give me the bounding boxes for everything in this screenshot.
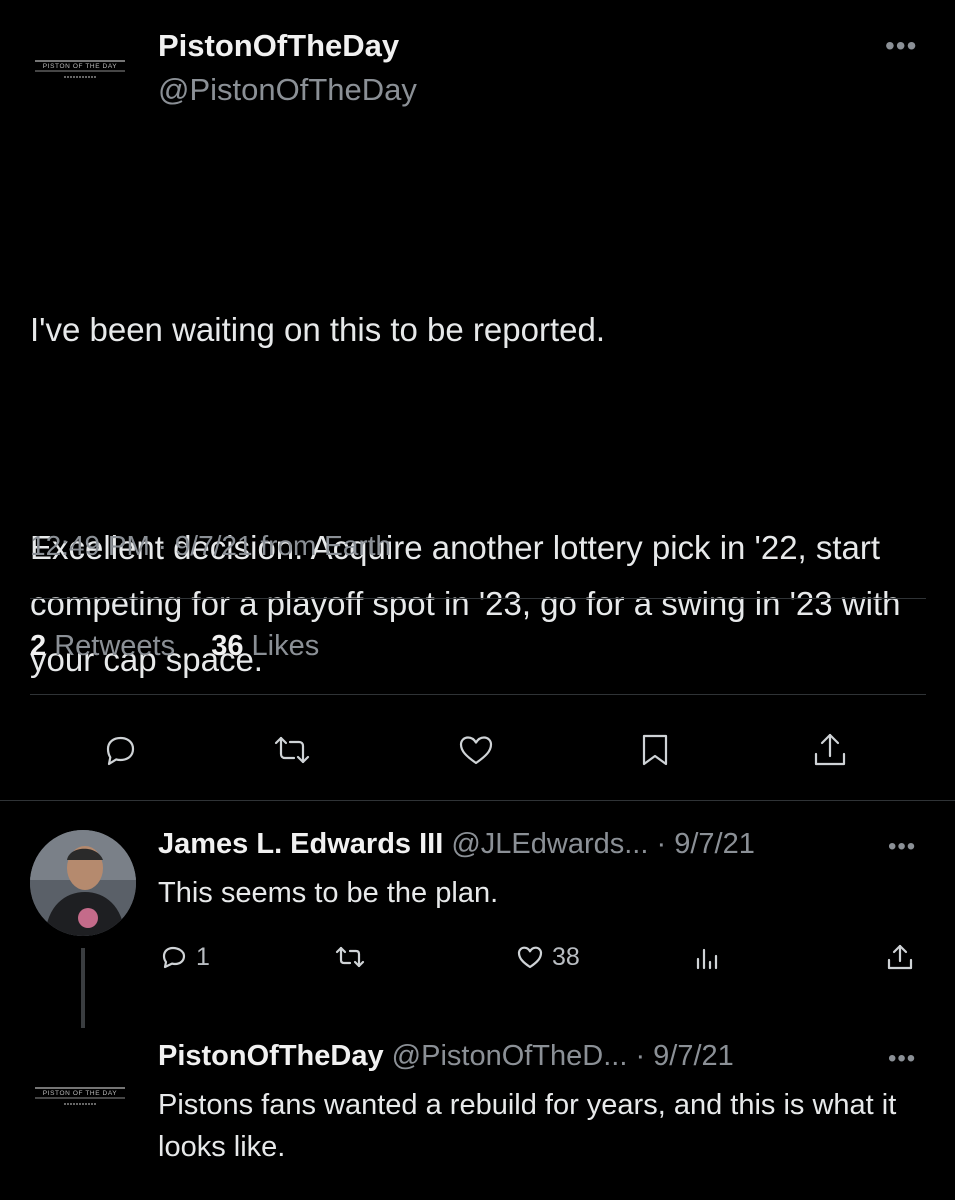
likes-count: 36 xyxy=(211,630,244,662)
reply-author-handle[interactable]: @JLEdwards... · 9/7/21 xyxy=(451,828,754,860)
thread-line xyxy=(81,948,85,1028)
bookmark-button[interactable] xyxy=(633,728,677,772)
like-count: 38 xyxy=(552,942,580,971)
author-handle[interactable]: @PistonOfTheDay xyxy=(158,72,417,108)
share-icon xyxy=(887,944,913,970)
like-button[interactable]: 38 xyxy=(514,941,580,973)
bookmark-icon xyxy=(642,734,668,766)
avatar[interactable] xyxy=(30,830,136,936)
like-icon xyxy=(517,946,543,969)
reply-author-handle[interactable]: @PistonOfTheD... · 9/7/21 xyxy=(392,1040,734,1072)
reply-text: Pistons fans wanted a rebuild for years,… xyxy=(158,1089,897,1163)
logo-image: PISTON OF THE DAY xyxy=(35,1087,125,1105)
retweet-icon xyxy=(274,736,310,764)
retweets-label: Retweets xyxy=(54,630,176,662)
reply-header: James L. Edwards III @JLEdwards... · 9/7… xyxy=(158,828,755,861)
svg-text:PISTON OF THE DAY: PISTON OF THE DAY xyxy=(43,63,118,70)
svg-text:PISTON OF THE DAY: PISTON OF THE DAY xyxy=(43,1090,118,1097)
author-avatar-logo[interactable]: PISTON OF THE DAY xyxy=(30,1082,130,1122)
like-button[interactable] xyxy=(454,728,498,772)
reply-button[interactable]: 1 xyxy=(158,941,210,973)
retweets-count: 2 xyxy=(30,630,47,662)
reply-text: This seems to be the plan. xyxy=(158,877,499,909)
author-name[interactable]: PistonOfTheDay xyxy=(158,28,399,64)
author-avatar-logo[interactable]: PISTON OF THE DAY xyxy=(30,55,130,95)
reply-icon xyxy=(162,946,186,969)
divider xyxy=(0,800,955,801)
tweet-paragraph: I've been waiting on this to be reported… xyxy=(30,311,606,348)
reply-header: PistonOfTheDay @PistonOfTheD... · 9/7/21 xyxy=(158,1040,734,1073)
retweet-button[interactable] xyxy=(334,941,366,973)
reply-button[interactable] xyxy=(98,728,142,772)
analytics-button[interactable] xyxy=(692,941,724,973)
more-icon[interactable]: ••• xyxy=(885,30,917,62)
share-button[interactable] xyxy=(808,728,852,772)
divider xyxy=(30,694,926,695)
more-icon[interactable]: ••• xyxy=(888,833,916,861)
divider xyxy=(30,598,926,599)
reply-author-name[interactable]: PistonOfTheDay xyxy=(158,1040,384,1072)
analytics-icon xyxy=(696,948,718,970)
share-icon xyxy=(814,733,846,766)
retweet-button[interactable] xyxy=(270,728,314,772)
avatar-photo xyxy=(30,830,136,936)
retweet-icon xyxy=(335,946,365,968)
share-button[interactable] xyxy=(884,941,916,973)
logo-image: PISTON OF THE DAY xyxy=(35,60,125,78)
tweet-stats[interactable]: 2 Retweets 36 Likes xyxy=(30,630,319,663)
like-icon xyxy=(459,736,493,765)
reply-count: 1 xyxy=(196,942,210,971)
reply-author-name[interactable]: James L. Edwards III xyxy=(158,828,443,860)
reply-icon xyxy=(106,736,135,766)
likes-label: Likes xyxy=(251,630,320,662)
tweet-timestamp[interactable]: 12:49 PM · 9/7/21 from Earth xyxy=(30,530,391,562)
more-icon[interactable]: ••• xyxy=(888,1045,916,1073)
